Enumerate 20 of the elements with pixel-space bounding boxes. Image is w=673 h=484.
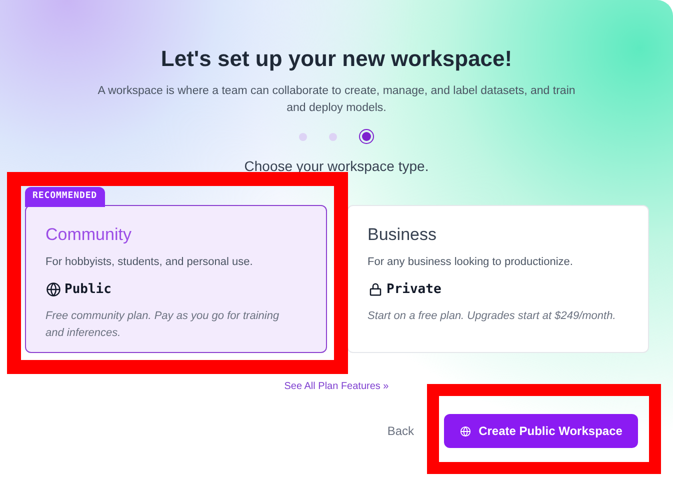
plan-card[interactable]: Business For any business looking to productionize. Private Start on a free plan. Upgrades start at $249/month.	[346, 205, 648, 353]
plan-note: Free community plan. Pay as you go for training and inferences.	[46, 308, 280, 340]
plan-card[interactable]: Community For hobbyists, students, and personal use. Public Free community plan. Pay as you go for training and inferences.	[24, 205, 326, 353]
section-prompt: Choose your workspace type.	[244, 157, 429, 176]
back-button[interactable]: Back	[387, 422, 414, 440]
plan-note: Start on a free plan. Upgrades start at $249/month.	[368, 308, 617, 324]
plan-description: For any business looking to productionize.	[368, 254, 574, 270]
visibility-label: Public	[64, 281, 112, 299]
globe-icon	[460, 426, 471, 436]
plan-name: Community	[46, 224, 132, 246]
visibility-label: Private	[386, 281, 442, 299]
globe-icon	[46, 282, 60, 298]
plan-features-link[interactable]: See All Plan Features »	[284, 379, 389, 394]
plan-description: For hobbyists, students, and personal use.	[46, 254, 254, 270]
lock-icon	[368, 282, 382, 298]
page-title: Let's set up your new workspace!	[160, 45, 512, 73]
recommended-badge: RECOMMENDED	[24, 187, 106, 206]
create-workspace-button[interactable]: Create Public Workspace	[444, 414, 638, 448]
plan-name: Business	[368, 224, 438, 246]
page-subtitle: A workspace is where a team can collaborate to create, manage, and label datasets, and train and deploy models.	[96, 84, 576, 116]
